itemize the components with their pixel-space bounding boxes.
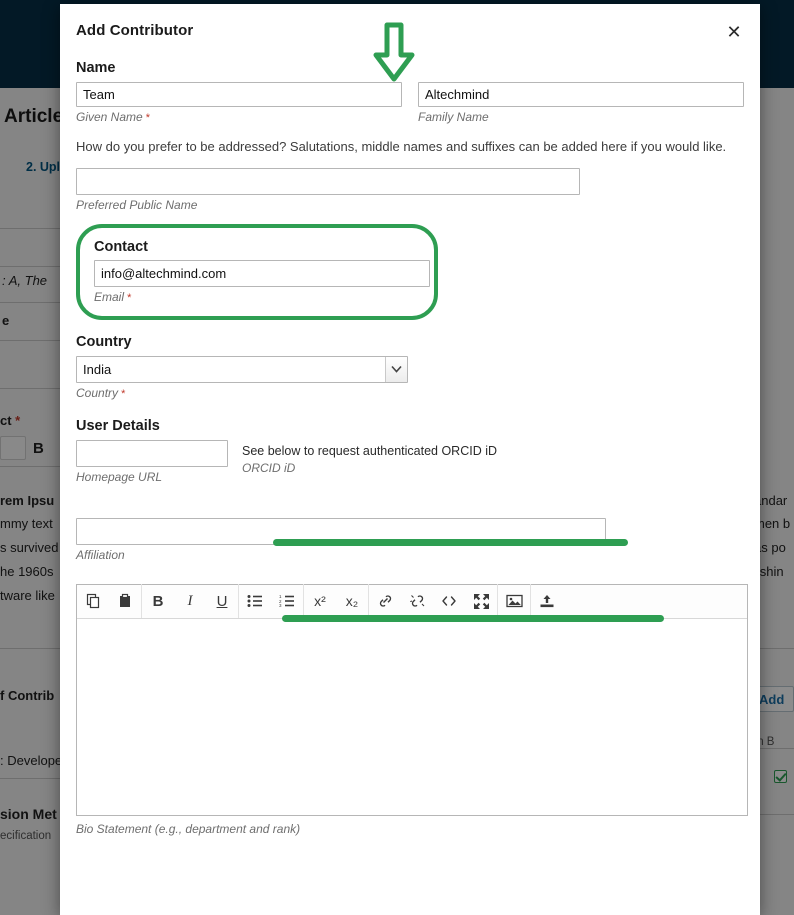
unlink-icon[interactable]	[401, 584, 433, 618]
copy-icon[interactable]	[77, 584, 109, 618]
contact-highlight-annotation: Contact Email *	[76, 224, 438, 320]
fullscreen-icon[interactable]	[465, 584, 497, 618]
green-arrow-annotation	[372, 22, 416, 89]
image-icon[interactable]	[498, 584, 530, 618]
given-name-group: Given Name *	[76, 82, 402, 124]
toolbar-group-script: x² x₂	[304, 584, 368, 618]
country-sublabel: Country *	[76, 386, 408, 400]
close-icon[interactable]: ✕	[720, 18, 748, 46]
toolbar-group-format: B I U	[142, 584, 238, 618]
bold-icon[interactable]: B	[142, 584, 174, 618]
preferred-name-note: How do you prefer to be addressed? Salut…	[76, 138, 744, 156]
homepage-url-input[interactable]	[76, 440, 228, 467]
superscript-icon[interactable]: x²	[304, 584, 336, 618]
toolbar-group-lists: 123	[239, 584, 303, 618]
user-details-row: Homepage URL See below to request authen…	[76, 440, 744, 484]
preferred-name-input[interactable]	[76, 168, 580, 195]
bio-statement-sublabel: Bio Statement (e.g., department and rank…	[76, 822, 744, 836]
country-section-label: Country	[76, 334, 744, 350]
svg-text:3: 3	[279, 603, 282, 608]
country-group: India Country *	[76, 356, 408, 400]
country-select[interactable]: India	[76, 356, 408, 383]
homepage-group: Homepage URL	[76, 440, 228, 484]
family-name-sublabel: Family Name	[418, 110, 744, 124]
underline-icon[interactable]: U	[206, 584, 238, 618]
toolbar-group-upload	[531, 584, 563, 618]
given-name-input[interactable]	[76, 82, 402, 107]
family-name-group: Family Name	[418, 82, 744, 124]
email-field[interactable]	[94, 260, 430, 287]
orcid-group: See below to request authenticated ORCID…	[242, 440, 497, 475]
upload-icon[interactable]	[531, 584, 563, 618]
green-marker-underline-orcid	[273, 539, 628, 546]
contact-section-label: Contact	[94, 239, 420, 255]
affiliation-sublabel: Affiliation	[76, 548, 744, 562]
subscript-icon[interactable]: x₂	[336, 584, 368, 618]
preferred-name-group: Preferred Public Name	[76, 168, 744, 212]
family-name-input[interactable]	[418, 82, 744, 107]
code-icon[interactable]	[433, 584, 465, 618]
toolbar-group-media	[498, 584, 530, 618]
user-details-section-label: User Details	[76, 418, 744, 434]
green-marker-underline-affiliation	[282, 615, 664, 622]
toolbar-group-clipboard	[77, 584, 141, 618]
toolbar-group-insert	[369, 584, 497, 618]
preferred-name-sublabel: Preferred Public Name	[76, 198, 744, 212]
bullet-list-icon[interactable]	[239, 584, 271, 618]
italic-icon[interactable]: I	[174, 584, 206, 618]
numbered-list-icon[interactable]: 123	[271, 584, 303, 618]
modal-body: Name Given Name * Family Name How do you…	[60, 60, 760, 836]
orcid-note: See below to request authenticated ORCID…	[242, 444, 497, 458]
bio-statement-textarea[interactable]	[77, 619, 747, 815]
orcid-sublabel: ORCID iD	[242, 461, 497, 475]
homepage-sublabel: Homepage URL	[76, 470, 228, 484]
given-name-sublabel: Given Name *	[76, 110, 402, 124]
paste-icon[interactable]	[109, 584, 141, 618]
add-contributor-modal: Add Contributor ✕ Name Given Name * Fami…	[60, 4, 760, 915]
email-sublabel: Email *	[94, 290, 420, 304]
editor-toolbar: B I U 123 x²	[77, 585, 747, 619]
link-icon[interactable]	[369, 584, 401, 618]
page-root: Article 2. Uploa : A, The e ct * B rem I…	[0, 0, 794, 915]
